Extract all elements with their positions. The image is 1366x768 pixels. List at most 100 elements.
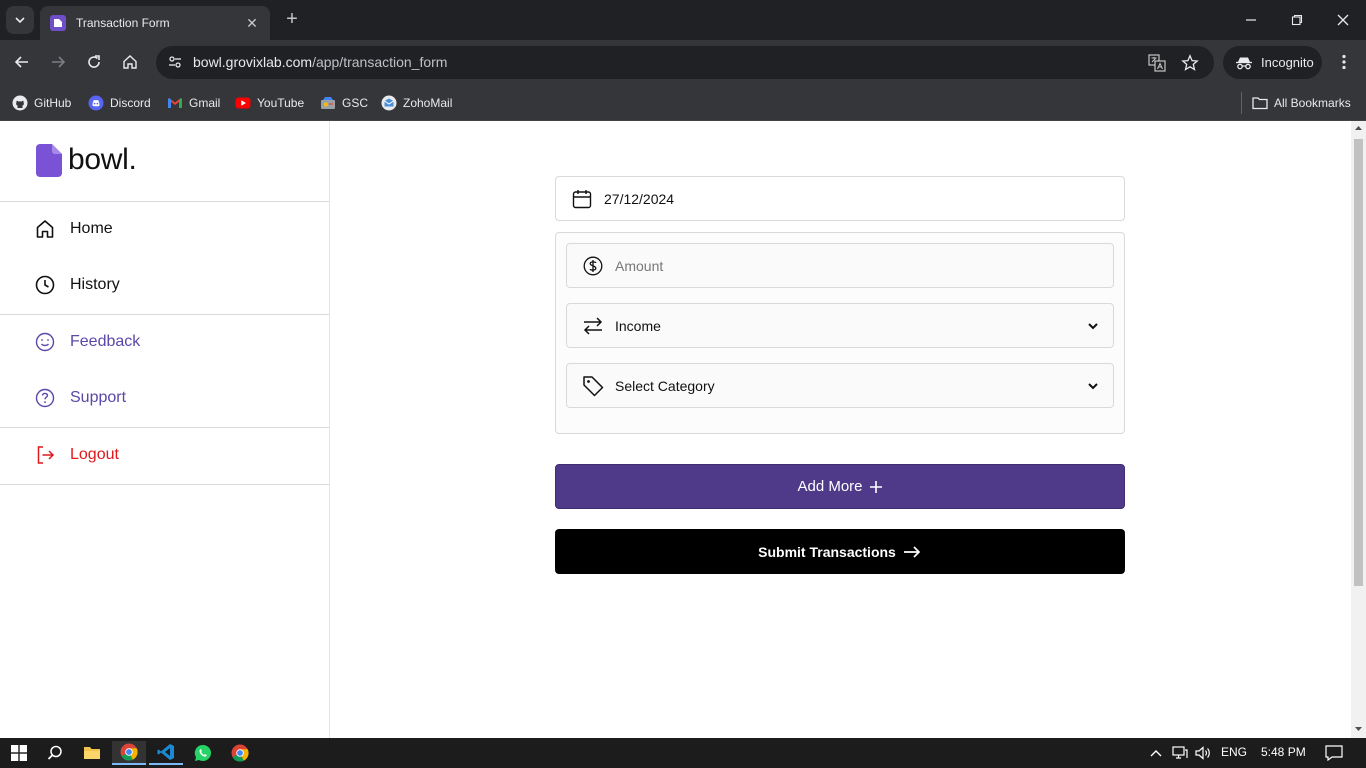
sidebar: bowl. Home History Feedback Support Logo… [0,121,330,738]
add-more-button[interactable]: Add More [555,464,1125,509]
language-indicator[interactable]: ENG [1221,745,1247,759]
back-button[interactable] [10,50,34,74]
volume-icon[interactable] [1193,741,1213,765]
reload-icon [88,55,100,68]
home-icon [34,218,56,240]
close-window-button[interactable] [1320,0,1366,40]
start-button[interactable] [2,741,36,765]
transaction-form: 27/12/2024 Income Select Category Add Mo… [555,176,1125,574]
category-select[interactable]: Select Category [566,363,1114,408]
bookmark-label: GSC [342,96,369,110]
youtube-icon [235,95,251,111]
dollar-circle-icon [581,254,605,278]
calendar-icon [570,187,594,211]
scroll-up-icon[interactable] [1354,125,1363,131]
scroll-down-icon[interactable] [1354,726,1363,732]
notifications-button[interactable] [1322,741,1346,765]
bookmark-gmail[interactable]: Gmail [167,92,220,114]
taskbar-search-button[interactable] [38,741,72,765]
bookmark-label: Discord [110,96,151,110]
chevron-up-icon [1150,750,1162,757]
url-text: bowl.grovixlab.com/app/transaction_form [193,54,447,70]
tab-search-button[interactable] [6,6,34,34]
taskbar-chrome[interactable] [112,741,146,765]
amount-input[interactable] [615,257,1113,274]
translate-icon[interactable] [1148,54,1166,77]
bookmark-github[interactable]: GitHub [12,92,71,114]
chrome-icon [231,744,249,762]
add-more-label: Add More [797,478,863,495]
incognito-icon [1236,57,1252,69]
search-icon [47,745,62,760]
home-icon [123,55,137,69]
sidebar-item-label: Support [70,389,127,406]
help-circle-icon [34,387,56,409]
restore-button[interactable] [1274,0,1320,40]
swap-arrows-icon [581,314,605,338]
sidebar-item-support[interactable]: Support [34,384,126,412]
page-scrollbar[interactable] [1351,121,1366,738]
tag-icon [581,374,605,398]
gsc-icon [320,95,336,111]
url-host: bowl.grovixlab.com [193,54,313,70]
incognito-label: Incognito [1261,55,1314,70]
logo-text: bowl. [68,143,137,176]
taskbar-whatsapp[interactable] [186,741,220,765]
bookmark-gsc[interactable]: GSC [320,92,368,114]
bookmark-star-icon[interactable] [1181,54,1199,77]
minimize-button[interactable] [1228,0,1274,40]
sidebar-item-label: Logout [70,446,119,463]
amount-field[interactable] [566,243,1114,288]
bookmarks-bar: GitHub Discord Gmail YouTube GSC ZohoMai… [0,85,1366,121]
submit-transactions-button[interactable]: Submit Transactions [555,529,1125,574]
address-bar[interactable]: bowl.grovixlab.com/app/transaction_form [156,46,1214,79]
bookmark-label: ZohoMail [403,96,453,110]
chevron-down-icon [1085,378,1101,394]
sidebar-item-label: Feedback [70,333,141,350]
taskbar-file-explorer[interactable] [75,741,109,765]
taskbar-clock[interactable]: 5:48 PM [1261,745,1306,759]
browser-tab[interactable]: Transaction Form ✕ [40,6,270,40]
bookmark-youtube[interactable]: YouTube [235,92,304,114]
sidebar-item-logout[interactable]: Logout [34,441,119,469]
transaction-entry-group: Income Select Category [555,232,1125,434]
bookmark-zohomail[interactable]: ZohoMail [381,92,452,114]
incognito-indicator[interactable]: Incognito [1223,46,1322,79]
close-tab-icon[interactable]: ✕ [244,15,260,32]
bowl-logo-icon [36,143,62,177]
smile-icon [34,331,56,353]
close-icon [1337,14,1349,26]
sidebar-item-home[interactable]: Home [34,215,113,243]
sidebar-item-feedback[interactable]: Feedback [34,328,140,356]
home-button[interactable] [118,50,142,74]
restore-icon [1291,14,1303,26]
reload-button[interactable] [82,50,106,74]
site-info-icon[interactable] [164,51,186,73]
taskbar-chrome-profile[interactable] [223,741,257,765]
bookmark-discord[interactable]: Discord [88,92,151,114]
whatsapp-icon [194,744,211,762]
bookmark-label: GitHub [34,96,72,110]
network-icon[interactable] [1170,741,1190,765]
submit-label: Submit Transactions [758,543,896,560]
browser-menu-button[interactable] [1332,50,1356,74]
new-tab-button[interactable]: + [282,9,302,31]
forward-button[interactable] [46,50,70,74]
github-icon [12,95,28,111]
all-bookmarks-button[interactable]: All Bookmarks [1252,92,1351,114]
tray-overflow-button[interactable] [1146,741,1166,765]
date-field[interactable]: 27/12/2024 [555,176,1125,221]
app-logo[interactable]: bowl. [36,143,137,177]
arrow-left-icon [14,56,28,68]
windows-taskbar: ENG 5:48 PM [0,738,1366,768]
taskbar-vscode[interactable] [149,741,183,765]
type-value: Income [615,317,661,334]
bookmark-label: Gmail [189,96,221,110]
chrome-icon [120,743,138,761]
sidebar-divider [0,484,329,485]
type-select[interactable]: Income [566,303,1114,348]
folder-icon [1252,95,1268,111]
sidebar-divider [0,201,329,202]
scrollbar-thumb[interactable] [1354,139,1363,586]
sidebar-item-history[interactable]: History [34,271,120,299]
